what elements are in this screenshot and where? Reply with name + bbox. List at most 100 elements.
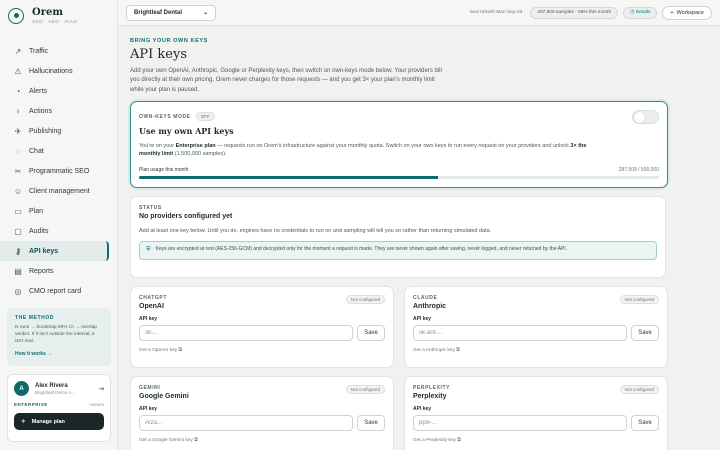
logo-icon bbox=[8, 7, 24, 24]
sidebar-item-programmatic-seo[interactable]: ✂ Programmatic SEO bbox=[0, 161, 117, 181]
refresh-text: next refresh Mon Sep 23 bbox=[469, 10, 523, 15]
how-it-works-link[interactable]: How it works → bbox=[15, 351, 103, 357]
topbar: Brightleaf Dental ⌄ next refresh Mon Sep… bbox=[118, 0, 720, 26]
page-intro: Add your own OpenAI, Anthropic, Google o… bbox=[130, 68, 442, 93]
perplexity-api-key-input[interactable] bbox=[413, 414, 628, 431]
own-keys-description: You're on your Enterprise plan — request… bbox=[139, 142, 587, 158]
sidebar-nav: ↗ Traffic ⚠ Hallucinations ◔ Alerts ♀ Actions ✈ P… bbox=[0, 41, 117, 301]
provider-status-badge: Not configured bbox=[619, 294, 659, 304]
sidebar-item-chat[interactable]: ◌ Chat bbox=[0, 141, 117, 161]
sidebar-item-alerts[interactable]: ◔ Alerts bbox=[0, 81, 117, 101]
perplexity-save-button[interactable]: Save bbox=[631, 414, 659, 431]
status-label: STATUS bbox=[139, 204, 162, 211]
user-org: Brightleaf Demo A... bbox=[35, 389, 76, 395]
manage-plan-button[interactable]: ✧ Manage plan bbox=[14, 413, 104, 430]
sidebar-item-api-keys[interactable]: ⚷ API keys bbox=[0, 241, 109, 261]
chevron-down-icon: ⌄ bbox=[202, 10, 208, 16]
page-eyebrow: BRING YOUR OWN KEYS bbox=[130, 38, 208, 44]
brand[interactable]: Orem SEO · AEO · AIAO bbox=[0, 0, 117, 31]
get-key-link[interactable]: Get a Anthropic key ⧉ bbox=[413, 347, 659, 353]
sidebar-item-label: CMO report card bbox=[29, 287, 82, 295]
provider-card-openai: CHATGPTOpenAI Not configured API key Save Ge… bbox=[130, 285, 394, 368]
chat-icon: ◌ bbox=[15, 146, 21, 156]
provider-status-badge: Not configured bbox=[345, 384, 385, 394]
workspace-button[interactable]: + Workspace bbox=[662, 5, 712, 20]
provider-name: Perplexity bbox=[413, 392, 447, 400]
provider-name: Anthropic bbox=[413, 302, 447, 310]
plus-icon: + bbox=[670, 9, 674, 16]
provider-eyebrow: PERPLEXITY bbox=[413, 384, 451, 391]
google-gemini-api-key-input[interactable] bbox=[139, 414, 354, 431]
providers-grid: CHATGPTOpenAI Not configured API key Save Ge… bbox=[130, 285, 708, 450]
sidebar-item-audits[interactable]: ▢ Audits bbox=[0, 221, 117, 241]
api-key-label: API key bbox=[413, 405, 432, 412]
sidebar-item-label: Reports bbox=[29, 267, 54, 275]
get-key-link[interactable]: Get a OpenAI key ⧉ bbox=[139, 347, 385, 353]
provider-eyebrow: GEMINI bbox=[139, 384, 161, 391]
alerts-icon: ◔ bbox=[15, 86, 21, 96]
hallucinations-icon: ⚠ bbox=[14, 66, 22, 76]
sidebar-item-label: Programmatic SEO bbox=[29, 167, 90, 175]
brand-tagline: SEO · AEO · AIAO bbox=[32, 19, 78, 24]
workspace-label: Workspace bbox=[676, 9, 704, 16]
org-select[interactable]: Brightleaf Dental ⌄ bbox=[126, 4, 216, 21]
get-key-link[interactable]: Get a Google Gemini key ⧉ bbox=[139, 437, 385, 443]
traffic-icon: ↗ bbox=[14, 46, 22, 56]
plan-name: ENTERPRISE bbox=[14, 402, 48, 407]
reports-icon: ▤ bbox=[14, 266, 22, 276]
details-button[interactable]: ◷ Details bbox=[623, 6, 658, 19]
org-select-value: Brightleaf Dental bbox=[134, 9, 183, 16]
sidebar-item-client-management[interactable]: ☺ Client management bbox=[0, 181, 117, 201]
user-name: Alex Rivera bbox=[35, 382, 68, 389]
anthropic-save-button[interactable]: Save bbox=[631, 324, 659, 341]
user-card: A Alex Rivera Brightleaf Demo A... ⇥ ENT… bbox=[7, 374, 111, 442]
shield-icon: ⛨ bbox=[146, 246, 151, 253]
provider-name: Google Gemini bbox=[139, 392, 189, 400]
manage-plan-label: Manage plan bbox=[31, 418, 65, 425]
own-keys-title: Use my own API keys bbox=[139, 125, 234, 136]
content: BRING YOUR OWN KEYS API keys Add your ow… bbox=[118, 26, 720, 450]
method-title: THE METHOD bbox=[15, 315, 55, 321]
anthropic-api-key-input[interactable] bbox=[413, 324, 628, 341]
actions-icon: ♀ bbox=[15, 106, 21, 116]
sidebar-item-actions[interactable]: ♀ Actions bbox=[0, 101, 117, 121]
get-key-link[interactable]: Get a Perplexity key ⧉ bbox=[413, 437, 659, 443]
programmatic-seo-icon: ✂ bbox=[14, 166, 22, 176]
sidebar-item-plan[interactable]: ▭ Plan bbox=[0, 201, 117, 221]
usage-progress-bar bbox=[139, 175, 659, 179]
own-keys-label: OWN-KEYS MODE bbox=[139, 113, 191, 120]
sidebar-item-publishing[interactable]: ✈ Publishing bbox=[0, 121, 117, 141]
page-title: API keys bbox=[130, 47, 187, 62]
encryption-note: ⛨ Keys are encrypted at rest (AES-256-GC… bbox=[139, 240, 657, 260]
own-keys-card: OWN-KEYS MODE OFF Use my own API keys Yo… bbox=[130, 100, 668, 188]
provider-eyebrow: CLAUDE bbox=[413, 294, 438, 301]
sidebar-item-cmo-report-card[interactable]: ◎ CMO report card bbox=[0, 281, 117, 301]
sidebar-item-reports[interactable]: ▤ Reports bbox=[0, 261, 117, 281]
openai-save-button[interactable]: Save bbox=[357, 324, 385, 341]
sidebar-item-traffic[interactable]: ↗ Traffic bbox=[0, 41, 117, 61]
brand-name: Orem bbox=[32, 7, 63, 18]
api-keys-icon: ⚷ bbox=[15, 246, 21, 256]
usage-value: 287,509 / 500,000 bbox=[618, 166, 659, 173]
sidebar-item-label: Plan bbox=[29, 207, 44, 215]
avatar[interactable]: A bbox=[14, 381, 29, 396]
own-keys-toggle[interactable] bbox=[632, 109, 659, 124]
plan-icon: ▭ bbox=[14, 206, 22, 216]
logout-icon[interactable]: ⇥ bbox=[98, 385, 104, 393]
api-key-label: API key bbox=[139, 315, 158, 322]
provider-card-anthropic: CLAUDEAnthropic Not configured API key Save… bbox=[404, 285, 668, 368]
provider-status-badge: Not configured bbox=[619, 384, 659, 394]
status-card: STATUS No providers configured yet Add a… bbox=[130, 195, 666, 278]
audits-icon: ▢ bbox=[14, 226, 22, 236]
usage-label: Plan usage this month bbox=[139, 166, 189, 173]
usage-progress-fill bbox=[139, 175, 438, 179]
sidebar-item-hallucinations[interactable]: ⚠ Hallucinations bbox=[0, 61, 117, 81]
provider-eyebrow: CHATGPT bbox=[139, 294, 167, 301]
openai-api-key-input[interactable] bbox=[139, 324, 354, 341]
samples-pill: 287,509 samples · 58% this month bbox=[530, 6, 619, 19]
google-gemini-save-button[interactable]: Save bbox=[357, 414, 385, 431]
sparkle-icon: ✧ bbox=[21, 418, 26, 425]
provider-status-badge: Not configured bbox=[345, 294, 385, 304]
sidebar-item-label: Publishing bbox=[29, 127, 62, 135]
sidebar-item-label: Client management bbox=[29, 187, 90, 195]
